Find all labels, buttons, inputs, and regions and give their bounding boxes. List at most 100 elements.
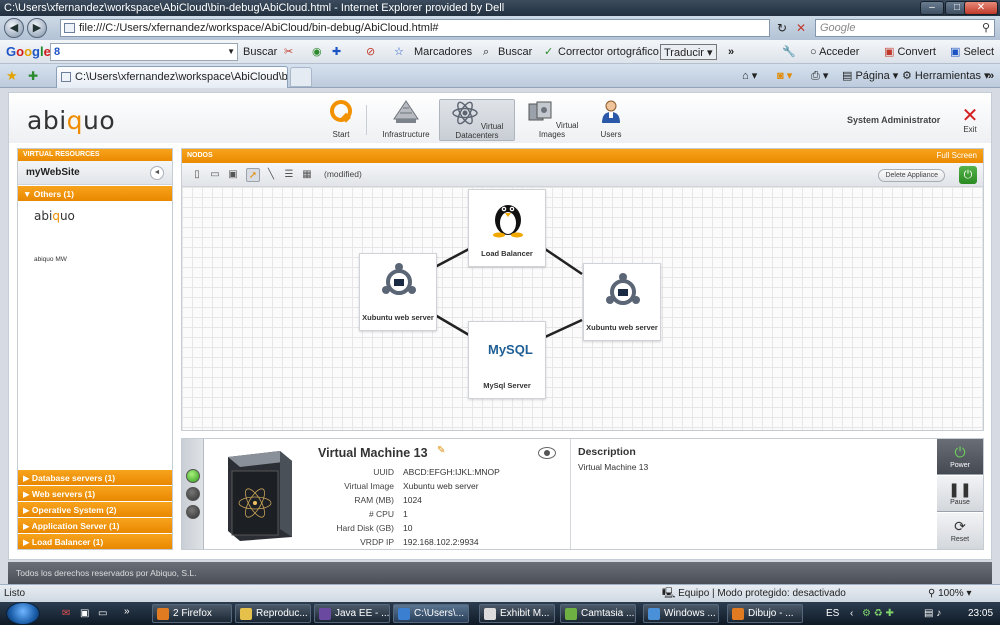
- search-icon[interactable]: ⚲: [982, 20, 990, 36]
- pagina-menu[interactable]: ▤ Página ▾: [842, 69, 898, 83]
- nav-start[interactable]: Start: [325, 99, 357, 141]
- url-field[interactable]: file:///C:/Users/xfernandez/workspace/Ab…: [60, 19, 770, 37]
- google-search-input[interactable]: 8 ▼: [50, 43, 238, 61]
- connect-tool-icon[interactable]: ╲: [264, 168, 278, 182]
- task-camtasia[interactable]: Camtasia ...: [560, 604, 636, 623]
- language-indicator[interactable]: ES: [826, 607, 839, 621]
- quicklaunch-icon[interactable]: ▣: [80, 607, 89, 621]
- grid-view-icon[interactable]: ▦: [300, 168, 314, 182]
- group-web-servers[interactable]: ▶ Web servers (1): [18, 485, 172, 501]
- add-favorites-icon[interactable]: ✚: [28, 69, 38, 83]
- vdc-selector[interactable]: myWebSite ◄: [18, 161, 172, 185]
- group-database-servers[interactable]: ▶ Database servers (1): [18, 469, 172, 485]
- corrector-menu[interactable]: Corrector ortográfico: [558, 44, 659, 60]
- node-label: Load Balancer: [481, 249, 533, 258]
- task-firefox[interactable]: 2 Firefox: [152, 604, 232, 623]
- home-icon[interactable]: ⌂ ▾: [742, 69, 757, 83]
- spellcheck-icon[interactable]: ✓: [544, 44, 553, 60]
- nav-infrastructure[interactable]: Infrastructure: [377, 99, 435, 141]
- show-desktop-icon[interactable]: ▭: [98, 607, 107, 621]
- quicklaunch-more[interactable]: »: [124, 605, 130, 619]
- pause-button[interactable]: ❚❚ Pause: [937, 476, 983, 512]
- nav-virtual-images[interactable]: Virtual Images: [523, 99, 581, 141]
- wrench-icon[interactable]: 🔧: [782, 44, 796, 60]
- task-ie-abicloud[interactable]: C:\Users\...: [393, 604, 469, 623]
- convert-button[interactable]: ▣ Convert: [884, 44, 936, 60]
- marcadores-menu[interactable]: Marcadores: [414, 44, 472, 60]
- group-application-server[interactable]: ▶ Application Server (1): [18, 517, 172, 533]
- back-button[interactable]: ◀: [4, 18, 24, 38]
- group-others[interactable]: ▼ Others (1): [18, 185, 172, 201]
- power-button[interactable]: ⏻ Power: [937, 439, 983, 475]
- buscar-menu[interactable]: Buscar: [498, 44, 532, 60]
- group-operative-system[interactable]: ▶ Operative System (2): [18, 501, 172, 517]
- task-reproductor[interactable]: Reproduc...: [235, 604, 311, 623]
- node-load-balancer[interactable]: Load Balancer: [468, 189, 546, 267]
- google-buscar-button[interactable]: Buscar: [243, 44, 277, 60]
- open-folder-icon[interactable]: ▭: [208, 168, 222, 182]
- forward-button[interactable]: ▶: [27, 18, 47, 38]
- library-item-abiquo-logo[interactable]: abiquo: [34, 209, 75, 223]
- pagerank-icon[interactable]: ◉: [312, 44, 322, 60]
- star-icon[interactable]: ☆: [394, 44, 404, 60]
- task-windows[interactable]: Windows ...: [643, 604, 719, 623]
- binoculars-icon[interactable]: ⌕: [483, 44, 489, 60]
- start-orb[interactable]: [6, 602, 40, 625]
- chevron-down-icon[interactable]: ▼: [227, 44, 235, 60]
- task-exhibit[interactable]: Exhibit M...: [479, 604, 555, 623]
- herramientas-menu[interactable]: ⚙ Herramientas ▾: [902, 69, 990, 83]
- select-button[interactable]: ▣ Select: [950, 44, 994, 60]
- print-icon[interactable]: ⎙ ▾: [811, 69, 828, 83]
- popup-blocker-icon[interactable]: ⊘: [366, 44, 375, 60]
- clock[interactable]: 23:05: [968, 607, 993, 621]
- node-mysql-server[interactable]: MySQL MySql Server: [468, 321, 546, 399]
- new-tab-button[interactable]: [290, 67, 312, 87]
- nav-virtual-datacenters[interactable]: Virtual Datacenters: [439, 99, 515, 141]
- bookmark-icon[interactable]: ✂: [284, 44, 293, 60]
- reset-button[interactable]: ⟳ Reset: [937, 513, 983, 549]
- pointer-tool-icon[interactable]: ➚: [246, 168, 260, 182]
- acceder-button[interactable]: ○ Acceder: [810, 44, 859, 60]
- gmail-icon[interactable]: ✉: [62, 607, 70, 621]
- lib-logo-prefix: abi: [34, 209, 53, 223]
- appliance-power-button[interactable]: ⏻: [959, 166, 977, 184]
- library-item-abiquo-mw[interactable]: abiquo MW: [34, 256, 67, 263]
- nav-users[interactable]: Users: [595, 99, 627, 141]
- node-canvas[interactable]: Load Balancer Xubuntu web server Xubuntu…: [182, 187, 983, 430]
- delete-appliance-button[interactable]: Delete Appliance: [878, 169, 945, 182]
- page-icon: [64, 23, 75, 33]
- new-file-icon[interactable]: ▯: [190, 168, 204, 182]
- eye-icon[interactable]: [538, 447, 556, 459]
- edit-pencil-icon[interactable]: ✎: [437, 445, 445, 456]
- plus-icon[interactable]: ✚: [332, 44, 341, 60]
- nav-users-label: Users: [600, 130, 622, 139]
- more-tools-button[interactable]: »: [728, 44, 734, 60]
- node-xubuntu-web-server-2[interactable]: Xubuntu web server: [583, 263, 661, 341]
- close-window-button[interactable]: ✕: [964, 1, 998, 15]
- nav-start-label: Start: [332, 130, 350, 139]
- tray-expand-icon[interactable]: ‹: [850, 607, 853, 621]
- task-dibujo[interactable]: Dibujo - ...: [727, 604, 803, 623]
- network-volume-icons[interactable]: ▤ ♪: [924, 607, 941, 621]
- search-field[interactable]: Google ⚲: [815, 19, 995, 37]
- node-xubuntu-web-server-1[interactable]: Xubuntu web server: [359, 253, 437, 331]
- task-java-ee[interactable]: Java EE - ...: [314, 604, 390, 623]
- more-commands-button[interactable]: »: [988, 69, 994, 83]
- collapse-icon[interactable]: ◄: [150, 166, 164, 180]
- minimize-button[interactable]: –: [920, 1, 944, 15]
- save-icon[interactable]: ▣: [226, 168, 240, 182]
- zoom-control[interactable]: ⚲ 100% ▾: [928, 585, 972, 602]
- feeds-icon[interactable]: ◙ ▾: [777, 69, 792, 83]
- favorites-star-icon[interactable]: ★: [6, 69, 18, 83]
- full-screen-button[interactable]: Full Screen: [937, 149, 977, 163]
- tab-abicloud[interactable]: C:\Users\xfernandez\workspace\AbiCloud\b…: [56, 66, 288, 88]
- property-values: ABCD:EFGH:IJKL:MNOP Xubuntu web server 1…: [403, 465, 568, 549]
- refresh-icon[interactable]: ↻: [774, 20, 790, 36]
- tray-icons[interactable]: ⚙ ♻ ✚: [862, 607, 894, 621]
- stop-icon[interactable]: ✕: [793, 20, 809, 36]
- prop-key-hard-disk: Hard Disk (GB): [336, 523, 394, 533]
- exit-button[interactable]: ✕ Exit: [959, 106, 981, 134]
- traducir-button[interactable]: Traducir ▾: [660, 44, 717, 60]
- group-load-balancer[interactable]: ▶ Load Balancer (1): [18, 533, 172, 549]
- list-view-icon[interactable]: ☰: [282, 168, 296, 182]
